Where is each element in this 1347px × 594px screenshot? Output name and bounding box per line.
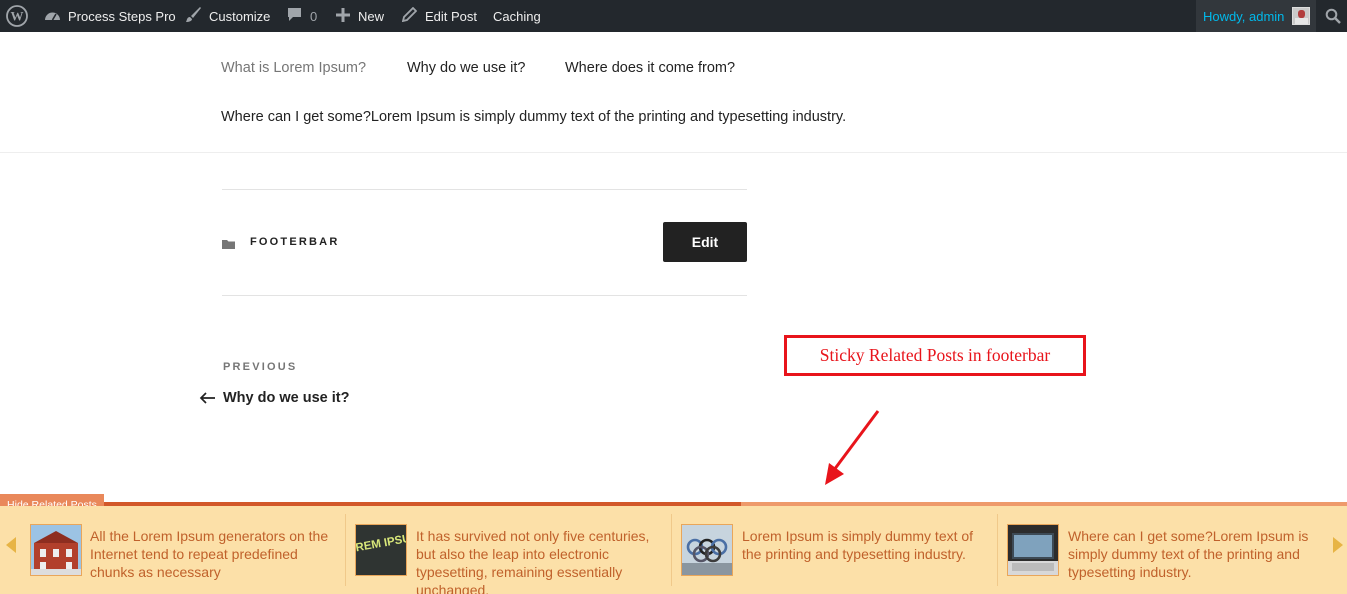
howdy-greeting[interactable]: Howdy, admin	[1203, 0, 1284, 32]
dashboard-icon	[44, 8, 61, 25]
link-why-do-we-use-it[interactable]: Why do we use it?	[407, 60, 525, 76]
divider-top	[222, 189, 747, 190]
wordpress-logo-icon[interactable]: W	[6, 0, 28, 32]
lorem-ipsum-photo-icon[interactable]: LOREM IPSUM	[355, 524, 407, 576]
caching-label: Caching	[493, 8, 541, 24]
annotation-callout: Sticky Related Posts in footerbar	[784, 335, 1086, 376]
related-post-item[interactable]: Lorem Ipsum is simply dummy text of the …	[672, 506, 997, 594]
new-content-link[interactable]: New	[336, 0, 384, 32]
related-post-title[interactable]: Lorem Ipsum is simply dummy text of the …	[742, 527, 987, 563]
previous-label: PREVIOUS	[223, 361, 298, 373]
avatar[interactable]	[1292, 7, 1310, 25]
comments-link[interactable]: 0	[287, 0, 317, 32]
caching-link[interactable]: Caching	[493, 0, 541, 32]
edit-button[interactable]: Edit	[663, 222, 747, 262]
edit-post-link[interactable]: Edit Post	[401, 0, 478, 32]
customize-label: Customize	[209, 8, 271, 24]
admin-bar: W Process Steps Pro Customize 0 New Edit…	[0, 0, 1347, 32]
comments-count: 0	[310, 8, 318, 24]
building-photo-icon[interactable]	[30, 524, 82, 576]
edit-post-label: Edit Post	[425, 8, 478, 24]
annotation-arrow-icon	[825, 410, 880, 485]
related-posts-footerbar: All the Lorem Ipsum generators on the In…	[0, 506, 1347, 594]
svg-text:W: W	[11, 9, 24, 24]
related-post-item[interactable]: Where can I get some?Lorem Ipsum is simp…	[998, 506, 1328, 594]
chevron-left-icon[interactable]	[6, 537, 16, 553]
search-icon[interactable]	[1325, 0, 1341, 32]
site-menu[interactable]: Process Steps Pro	[44, 0, 176, 32]
related-post-title[interactable]: It has survived not only five centuries,…	[416, 527, 666, 594]
new-label: New	[358, 8, 385, 24]
paintbrush-icon	[185, 6, 202, 26]
olympic-rings-photo-icon[interactable]	[681, 524, 733, 576]
site-name: Process Steps Pro	[68, 8, 176, 24]
divider-bottom	[222, 295, 747, 296]
comment-bubble-icon	[287, 7, 302, 25]
related-post-item[interactable]: All the Lorem Ipsum generators on the In…	[22, 506, 345, 594]
previous-post-link[interactable]: Why do we use it?	[223, 390, 349, 406]
category-link[interactable]: FOOTERBAR	[250, 236, 339, 248]
post-paragraph: Where can I get some?Lorem Ipsum is simp…	[221, 109, 847, 125]
link-where-does-it-come-from[interactable]: Where does it come from?	[565, 60, 735, 76]
section-divider	[0, 152, 1347, 153]
link-what-is-lorem-ipsum[interactable]: What is Lorem Ipsum?	[221, 60, 366, 76]
folder-icon	[222, 237, 236, 255]
related-post-title[interactable]: Where can I get some?Lorem Ipsum is simp…	[1068, 527, 1318, 581]
customize-link[interactable]: Customize	[185, 0, 270, 32]
arrow-left-icon[interactable]	[199, 391, 216, 410]
related-post-title[interactable]: All the Lorem Ipsum generators on the In…	[90, 527, 340, 581]
related-post-item[interactable]: LOREM IPSUM It has survived not only fiv…	[346, 506, 671, 594]
plus-icon	[336, 7, 350, 25]
pencil-icon	[401, 6, 418, 25]
chevron-right-icon[interactable]	[1333, 537, 1343, 553]
laptop-photo-icon[interactable]	[1007, 524, 1059, 576]
